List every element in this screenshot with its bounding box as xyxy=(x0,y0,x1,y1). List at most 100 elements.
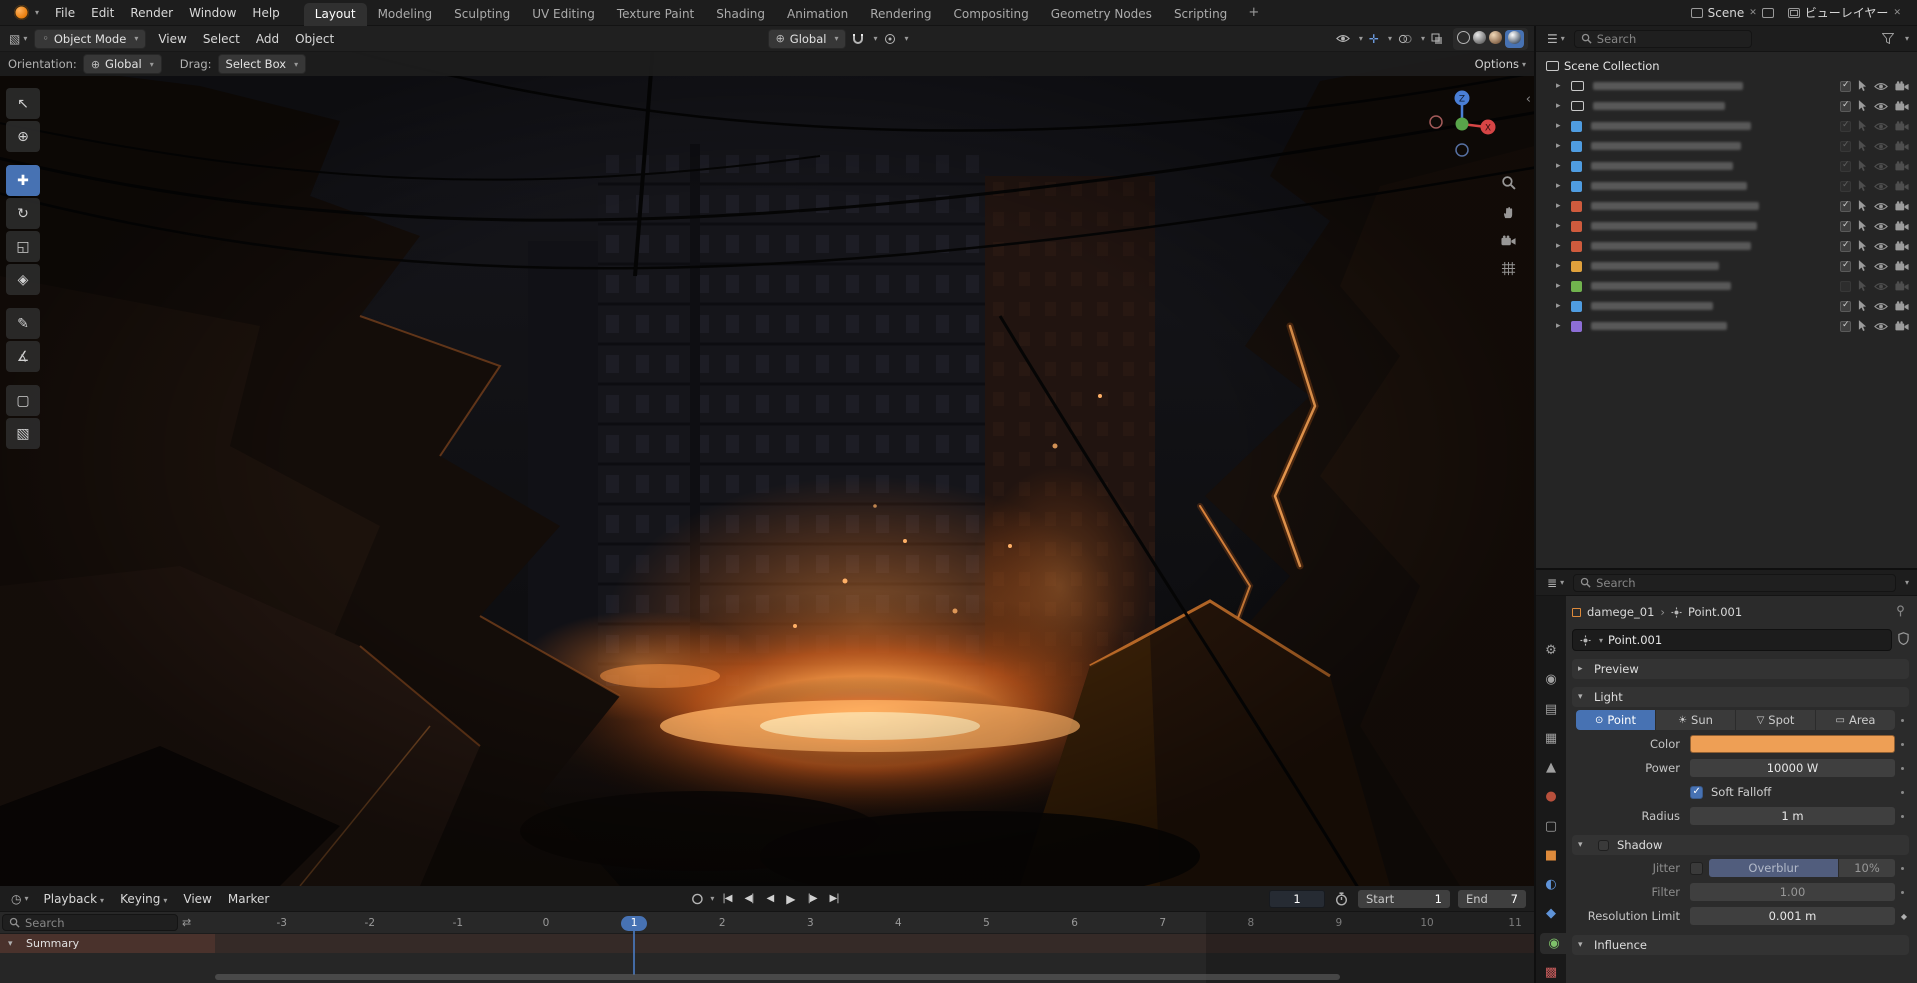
close-icon[interactable]: ✕ xyxy=(1749,8,1757,18)
workspace-tab-uv-editing[interactable]: UV Editing xyxy=(521,3,606,26)
expand-caret-icon[interactable]: ▸ xyxy=(1556,281,1566,291)
drag-dropdown[interactable]: Select Box▾ xyxy=(218,54,307,74)
viewport-3d[interactable]: ▧▾ ◦ Object Mode▾ ViewSelectAddObject ⊕ … xyxy=(0,26,1534,886)
tool-annotate[interactable]: ✎ xyxy=(6,308,40,339)
outliner-item[interactable]: ▸ xyxy=(1536,236,1917,256)
exclude-checkbox[interactable] xyxy=(1840,281,1851,292)
exclude-checkbox[interactable] xyxy=(1840,81,1851,92)
camera-icon[interactable] xyxy=(1895,281,1909,291)
tool-add-cube[interactable]: ▢ xyxy=(6,385,40,416)
transform-orientation-dropdown[interactable]: ⊕ Global▾ xyxy=(768,29,847,49)
outliner-item[interactable]: ▸ xyxy=(1536,116,1917,136)
close-icon[interactable]: ✕ xyxy=(1893,8,1901,18)
exclude-checkbox[interactable] xyxy=(1840,181,1851,192)
eye-icon[interactable] xyxy=(1874,82,1888,91)
camera-icon[interactable] xyxy=(1895,221,1909,231)
chevron-down-icon[interactable]: ▾ xyxy=(1905,578,1909,587)
camera-icon[interactable] xyxy=(1895,121,1909,131)
proportional-editing-icon[interactable] xyxy=(882,32,898,46)
animate-dot[interactable] xyxy=(1901,867,1904,870)
menu-help[interactable]: Help xyxy=(244,3,287,23)
eye-icon[interactable] xyxy=(1874,122,1888,131)
exclude-checkbox[interactable] xyxy=(1840,221,1851,232)
eye-icon[interactable] xyxy=(1874,202,1888,211)
snap-magnet-icon[interactable] xyxy=(850,32,866,46)
shading-material[interactable] xyxy=(1489,31,1502,47)
outliner-item[interactable]: ▸ xyxy=(1536,296,1917,316)
tool-scale[interactable]: ◱ xyxy=(6,231,40,262)
power-field[interactable]: 10000 W xyxy=(1690,759,1895,777)
properties-editor-icon[interactable]: ≣▾ xyxy=(1544,575,1567,591)
scene-selector[interactable]: Scene ✕ xyxy=(1687,4,1778,22)
add-workspace-button[interactable]: + xyxy=(1240,3,1267,22)
chevron-down-icon[interactable]: ▾ xyxy=(8,939,20,949)
animate-dot[interactable] xyxy=(1901,767,1904,770)
workspace-tab-shading[interactable]: Shading xyxy=(705,3,776,26)
viewport-menu-select[interactable]: Select xyxy=(195,29,248,49)
expand-caret-icon[interactable]: ▸ xyxy=(1556,81,1566,91)
exclude-checkbox[interactable] xyxy=(1840,261,1851,272)
camera-icon[interactable] xyxy=(1895,201,1909,211)
preview-panel-header[interactable]: ▸Preview xyxy=(1572,659,1909,679)
properties-tab-view-layer[interactable]: ▦ xyxy=(1539,728,1563,749)
tool-select-box[interactable]: ↖ xyxy=(6,88,40,119)
properties-tab-physics[interactable]: ◐ xyxy=(1539,874,1563,895)
pan-hand-icon[interactable] xyxy=(1499,204,1518,221)
light-color-swatch[interactable] xyxy=(1690,735,1895,753)
workspace-tab-compositing[interactable]: Compositing xyxy=(942,3,1039,26)
mode-dropdown[interactable]: ◦ Object Mode▾ xyxy=(34,29,146,49)
sort-arrows-icon[interactable]: ⇄ xyxy=(182,916,191,929)
tool-move[interactable]: ✚ xyxy=(6,165,40,196)
pointer-icon[interactable] xyxy=(1858,100,1867,112)
outliner-item[interactable]: ▸ xyxy=(1536,76,1917,96)
workspace-tab-rendering[interactable]: Rendering xyxy=(859,3,942,26)
exclude-checkbox[interactable] xyxy=(1840,201,1851,212)
animate-dot[interactable] xyxy=(1901,719,1904,722)
expand-caret-icon[interactable]: ▸ xyxy=(1556,301,1566,311)
tool-rotate[interactable]: ↻ xyxy=(6,198,40,229)
scene-collection-row[interactable]: Scene Collection xyxy=(1536,56,1917,76)
overblur-field[interactable]: Overblur xyxy=(1709,859,1838,877)
outliner-item[interactable]: ▸ xyxy=(1536,316,1917,336)
shadow-checkbox[interactable] xyxy=(1598,840,1609,851)
viewport-menu-object[interactable]: Object xyxy=(287,29,342,49)
outliner-item[interactable]: ▸ xyxy=(1536,256,1917,276)
outliner-item[interactable]: ▸ xyxy=(1536,216,1917,236)
eye-icon[interactable] xyxy=(1874,322,1888,331)
view-layer-selector[interactable]: ビューレイヤー ✕ xyxy=(1784,2,1905,23)
workspace-tab-modeling[interactable]: Modeling xyxy=(367,3,444,26)
summary-channel[interactable]: ▾ Summary xyxy=(0,934,215,953)
resolution-limit-field[interactable]: 0.001 m xyxy=(1690,907,1895,925)
timeline-menu-marker[interactable]: Marker xyxy=(220,889,277,909)
menu-edit[interactable]: Edit xyxy=(83,3,122,23)
eye-icon[interactable] xyxy=(1874,162,1888,171)
filter-field[interactable]: 1.00 xyxy=(1690,883,1895,901)
light-type-sun[interactable]: ☀Sun xyxy=(1656,710,1736,730)
timeline-search-input[interactable]: Search xyxy=(2,914,178,931)
menu-render[interactable]: Render xyxy=(122,3,181,23)
pointer-icon[interactable] xyxy=(1858,300,1867,312)
properties-tab-world[interactable]: ● xyxy=(1539,786,1563,807)
workspace-tab-sculpting[interactable]: Sculpting xyxy=(443,3,521,26)
outliner-item[interactable]: ▸ xyxy=(1536,96,1917,116)
properties-tab-output[interactable]: ▤ xyxy=(1539,699,1563,720)
camera-icon[interactable] xyxy=(1895,101,1909,111)
camera-icon[interactable] xyxy=(1895,81,1909,91)
pointer-icon[interactable] xyxy=(1858,160,1867,172)
shading-rendered[interactable] xyxy=(1505,30,1524,48)
exclude-checkbox[interactable] xyxy=(1840,241,1851,252)
eye-icon[interactable] xyxy=(1874,142,1888,151)
playback-next-keyframe[interactable]: |▶ xyxy=(801,891,822,906)
workspace-tab-geometry-nodes[interactable]: Geometry Nodes xyxy=(1040,3,1163,26)
eye-icon[interactable] xyxy=(1874,222,1888,231)
pointer-icon[interactable] xyxy=(1858,320,1867,332)
eye-icon[interactable] xyxy=(1874,102,1888,111)
properties-tab-scene[interactable]: ▲ xyxy=(1539,757,1563,778)
tool-extrude[interactable]: ▧ xyxy=(6,418,40,449)
exclude-checkbox[interactable] xyxy=(1840,101,1851,112)
pointer-icon[interactable] xyxy=(1858,240,1867,252)
menu-file[interactable]: File xyxy=(47,3,83,23)
eye-icon[interactable] xyxy=(1874,262,1888,271)
fake-user-shield-icon[interactable] xyxy=(1898,632,1909,648)
outliner-item[interactable]: ▸ xyxy=(1536,276,1917,296)
